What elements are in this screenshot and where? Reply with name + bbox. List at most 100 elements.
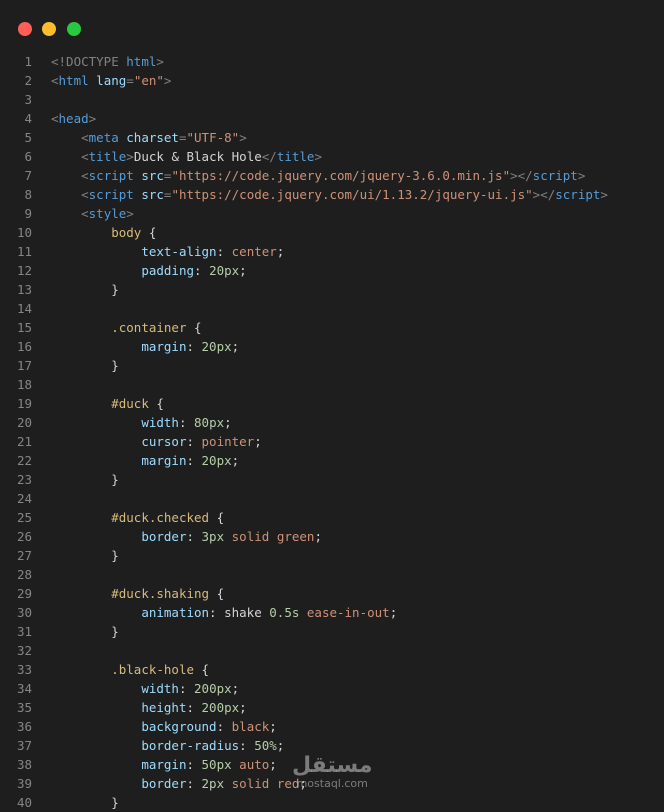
code-line: 6 <title>Duck & Black Hole</title> bbox=[0, 147, 664, 166]
code-line: 9 <style> bbox=[0, 204, 664, 223]
watermark-arabic: مستقل bbox=[292, 753, 373, 778]
code-line: 8 <script src="https://code.jquery.com/u… bbox=[0, 185, 664, 204]
code-token: "https://code.jquery.com/ui/1.13.2/jquer… bbox=[171, 187, 533, 202]
code-line: 35 height: 200px; bbox=[0, 698, 664, 717]
code-token: 20px bbox=[209, 263, 240, 278]
line-number: 9 bbox=[24, 206, 32, 221]
line-number: 22 bbox=[16, 453, 32, 468]
code-token: ; bbox=[389, 605, 398, 620]
code-token: border-radius bbox=[141, 738, 240, 753]
code-token: = bbox=[178, 130, 187, 145]
code-token: ; bbox=[239, 263, 247, 278]
code-token: ; bbox=[314, 529, 322, 544]
line-number: 27 bbox=[16, 548, 32, 563]
line-number: 40 bbox=[16, 795, 32, 810]
code-token: ; bbox=[254, 434, 262, 449]
watermark-url: mostaql.com bbox=[296, 777, 368, 790]
code-token: : bbox=[186, 453, 202, 468]
code-token: } bbox=[111, 624, 119, 639]
code-text: <style> bbox=[51, 204, 134, 223]
code-line: 1 <!DOCTYPE html> bbox=[0, 52, 664, 71]
code-token: html bbox=[58, 73, 97, 88]
code-text: <meta charset="UTF-8"> bbox=[51, 128, 247, 147]
code-token: .black-hole bbox=[111, 662, 195, 677]
code-line: 16 margin: 20px; bbox=[0, 337, 664, 356]
close-window-button[interactable] bbox=[18, 22, 32, 36]
code-token: #duck.shaking bbox=[111, 586, 210, 601]
line-number: 20 bbox=[16, 415, 32, 430]
code-text: } bbox=[51, 356, 119, 375]
code-token: charset bbox=[126, 130, 179, 145]
code-token: head bbox=[58, 111, 89, 126]
code-token: style bbox=[88, 206, 127, 221]
code-token: script bbox=[532, 168, 578, 183]
code-token: margin bbox=[141, 339, 187, 354]
code-token: : bbox=[239, 738, 255, 753]
code-line: 36 background: black; bbox=[0, 717, 664, 736]
line-number: 10 bbox=[16, 225, 32, 240]
code-token: 3px bbox=[201, 529, 225, 544]
code-token: "https://code.jquery.com/jquery-3.6.0.mi… bbox=[171, 168, 511, 183]
code-text: .black-hole { bbox=[51, 660, 209, 679]
code-token: > bbox=[126, 149, 134, 164]
code-token: ; bbox=[231, 681, 240, 696]
code-token: 0.5s bbox=[269, 605, 300, 620]
code-text: } bbox=[51, 793, 119, 812]
code-token: script bbox=[88, 187, 142, 202]
code-text: border: 2px solid red; bbox=[51, 774, 307, 793]
code-token: 20px bbox=[201, 453, 232, 468]
line-number: 16 bbox=[16, 339, 32, 354]
code-token: center bbox=[231, 244, 277, 259]
code-token: script bbox=[88, 168, 142, 183]
line-number: 35 bbox=[16, 700, 32, 715]
line-number: 8 bbox=[24, 187, 32, 202]
code-line: 3 bbox=[0, 90, 664, 109]
maximize-window-button[interactable] bbox=[67, 22, 81, 36]
line-number: 38 bbox=[16, 757, 32, 772]
code-token: } bbox=[111, 282, 119, 297]
code-line: 30 animation: shake 0.5s ease-in-out; bbox=[0, 603, 664, 622]
code-text: border: 3px solid green; bbox=[51, 527, 322, 546]
code-line: 7 <script src="https://code.jquery.com/j… bbox=[0, 166, 664, 185]
code-token: : bbox=[178, 681, 195, 696]
code-line: 33 .black-hole { bbox=[0, 660, 664, 679]
code-token: width bbox=[141, 415, 179, 430]
title-bar bbox=[0, 0, 664, 48]
code-token: border bbox=[141, 529, 187, 544]
code-line: 27 } bbox=[0, 546, 664, 565]
code-text: #duck.shaking { bbox=[51, 584, 224, 603]
line-number: 4 bbox=[24, 111, 32, 126]
code-line: 28 bbox=[0, 565, 664, 584]
code-text: animation: shake 0.5s ease-in-out; bbox=[51, 603, 397, 622]
code-token: </ bbox=[261, 149, 277, 164]
code-token: } bbox=[111, 548, 119, 563]
minimize-window-button[interactable] bbox=[42, 22, 56, 36]
code-text: border-radius: 50%; bbox=[51, 736, 284, 755]
code-text: <head> bbox=[51, 109, 96, 128]
line-number: 18 bbox=[16, 377, 32, 392]
code-editor[interactable]: 1 <!DOCTYPE html> 2 <html lang="en"> 3 4 <head… bbox=[0, 52, 664, 812]
line-number: 12 bbox=[16, 263, 32, 278]
code-line: 31 } bbox=[0, 622, 664, 641]
code-token: 20px bbox=[201, 339, 232, 354]
code-line: 18 bbox=[0, 375, 664, 394]
code-token: ; bbox=[276, 738, 285, 753]
code-token: pointer bbox=[201, 434, 255, 449]
code-token: { bbox=[209, 510, 225, 525]
code-token: ; bbox=[269, 757, 277, 772]
